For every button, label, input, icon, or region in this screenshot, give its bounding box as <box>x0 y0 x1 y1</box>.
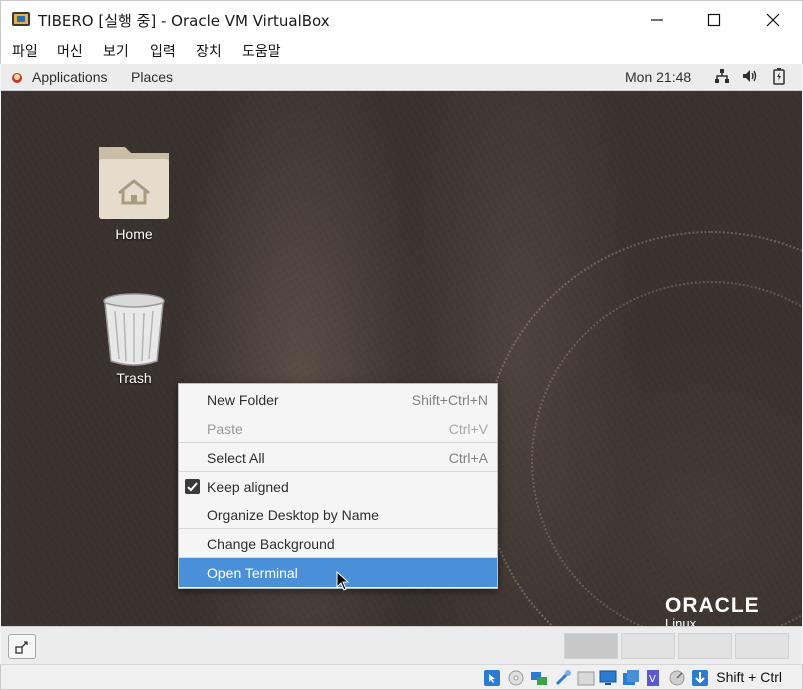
menu-item-label: Change Background <box>207 536 335 552</box>
close-icon <box>766 13 780 26</box>
menu-machine[interactable]: 머신 <box>57 41 83 61</box>
svg-text:V: V <box>649 674 656 685</box>
desktop-icon-home[interactable]: Home <box>84 137 184 242</box>
vbox-status-bar: V Shift + Ctrl <box>0 664 803 690</box>
menu-devices[interactable]: 장치 <box>196 41 222 61</box>
workspace-1[interactable] <box>564 633 618 659</box>
window-title: TIBERO [실행 중] - Oracle VM VirtualBox <box>38 12 330 30</box>
display-icon[interactable] <box>599 669 617 687</box>
cpu-vt-icon[interactable]: V <box>645 669 663 687</box>
menu-item-label: Paste <box>207 421 243 437</box>
applications-menu[interactable]: Applications <box>32 69 108 85</box>
audio-icon[interactable] <box>668 669 686 687</box>
optical-drive-icon[interactable] <box>507 669 525 687</box>
menu-item-shortcut: Ctrl+V <box>448 421 488 437</box>
checkbox-checked-icon[interactable] <box>185 479 200 494</box>
gnome-top-panel: Applications Places Mon 21:48 <box>1 64 802 91</box>
menu-item-label: Organize Desktop by Name <box>207 507 379 523</box>
menu-help[interactable]: 도움말 <box>242 41 281 61</box>
workspace-4[interactable] <box>735 633 789 659</box>
host-key-label: Shift + Ctrl <box>716 669 782 685</box>
network-icon[interactable] <box>714 68 730 84</box>
menu-view[interactable]: 보기 <box>103 41 129 61</box>
recording-icon[interactable] <box>622 669 640 687</box>
menu-item-shortcut: Ctrl+A <box>448 450 488 466</box>
usb-icon[interactable] <box>554 669 572 687</box>
desktop-icon-label: Home <box>115 226 153 242</box>
close-button[interactable] <box>744 1 802 38</box>
maximize-button[interactable] <box>685 1 743 38</box>
maximize-icon <box>707 13 721 26</box>
clock[interactable]: Mon 21:48 <box>625 69 691 85</box>
minimize-icon <box>651 18 663 21</box>
workspace-2[interactable] <box>621 633 675 659</box>
shared-folders-icon[interactable] <box>577 669 595 687</box>
volume-icon[interactable] <box>742 68 759 84</box>
virtualbox-icon <box>12 12 30 26</box>
menu-item-label: Select All <box>207 450 265 466</box>
window-titlebar[interactable]: TIBERO [실행 중] - Oracle VM VirtualBox <box>0 0 803 37</box>
oracle-logo: ORACLE <box>665 594 760 617</box>
places-menu[interactable]: Places <box>131 69 173 85</box>
desktop-icon-label: Trash <box>116 370 152 386</box>
menu-item-new-folder[interactable]: New Folder Shift+Ctrl+N <box>179 385 497 414</box>
menu-item-select-all[interactable]: Select All Ctrl+A <box>179 443 497 472</box>
menu-item-change-background[interactable]: Change Background <box>179 529 497 558</box>
menu-item-label: New Folder <box>207 392 279 408</box>
gnome-bottom-panel <box>1 626 802 664</box>
workspace-3[interactable] <box>678 633 732 659</box>
menu-file[interactable]: 파일 <box>12 41 38 61</box>
foot-icon <box>12 73 22 83</box>
menu-input[interactable]: 입력 <box>150 41 176 61</box>
desktop-icon-trash[interactable]: Trash <box>84 291 184 386</box>
menu-item-organize-by-name[interactable]: Organize Desktop by Name <box>179 500 497 529</box>
menu-item-label: Open Terminal <box>207 565 298 581</box>
battery-icon[interactable] <box>773 68 785 85</box>
menu-item-label: Keep aligned <box>207 479 289 495</box>
network-adapter-icon[interactable] <box>530 669 548 687</box>
mouse-integration-icon[interactable] <box>483 669 501 687</box>
home-folder-icon <box>99 147 169 219</box>
menubar: 파일 머신 보기 입력 장치 도움말 <box>0 37 803 64</box>
keyboard-capture-icon[interactable] <box>691 669 709 687</box>
menu-item-shortcut: Shift+Ctrl+N <box>411 392 488 408</box>
mouse-cursor-icon <box>336 571 350 591</box>
show-desktop-icon <box>15 641 28 654</box>
desktop-context-menu: New Folder Shift+Ctrl+N Paste Ctrl+V Sel… <box>178 383 498 589</box>
menu-item-keep-aligned[interactable]: Keep aligned <box>179 472 497 501</box>
menu-item-paste[interactable]: Paste Ctrl+V <box>179 414 497 443</box>
oracle-linux-subtitle: Linux <box>665 616 697 626</box>
show-desktop-button[interactable] <box>8 634 36 659</box>
minimize-button[interactable] <box>628 1 686 38</box>
trash-icon <box>103 293 165 366</box>
